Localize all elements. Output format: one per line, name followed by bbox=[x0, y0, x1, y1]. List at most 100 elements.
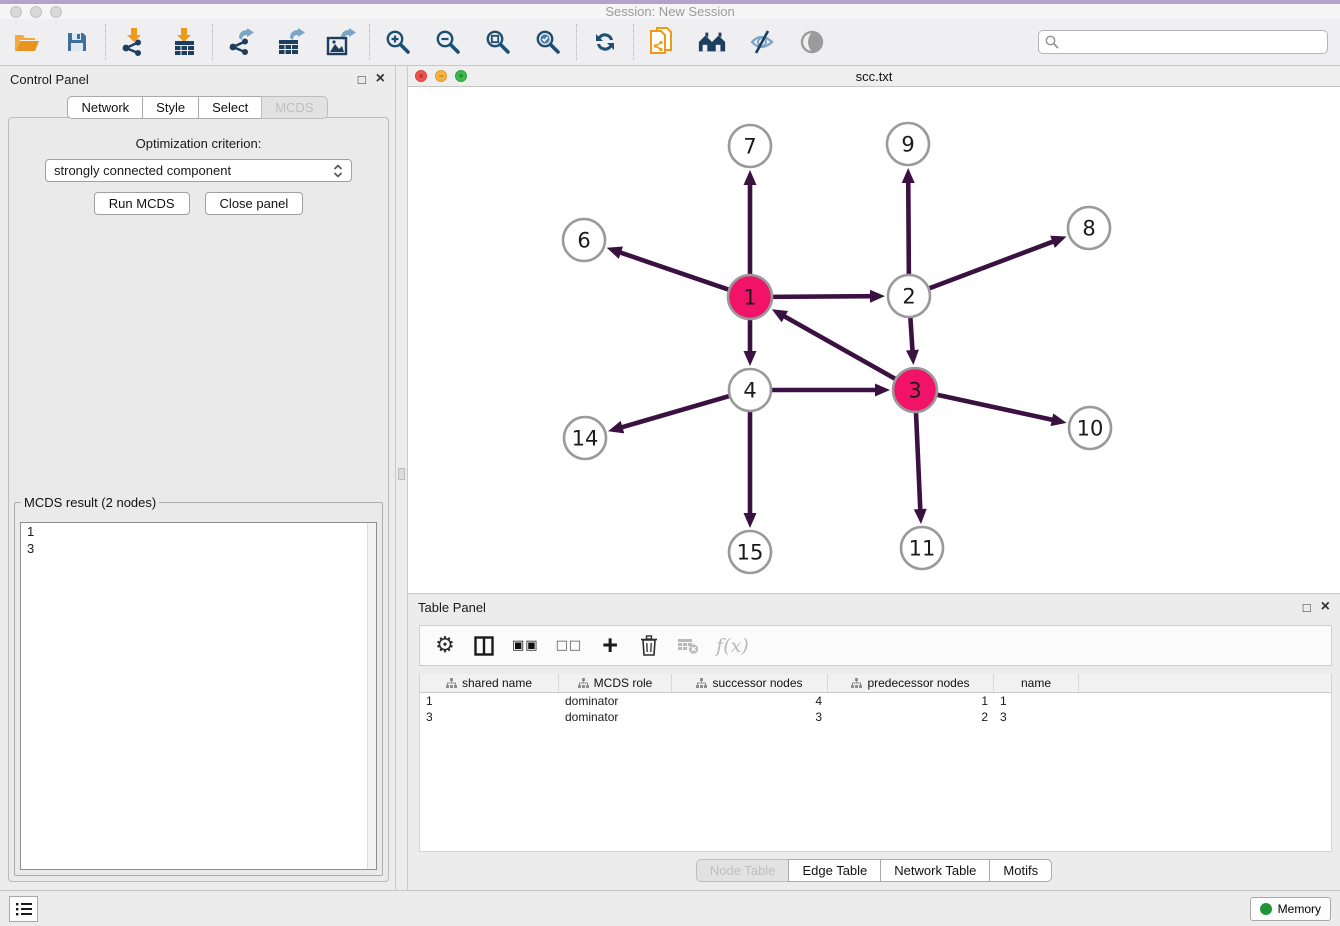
network-graph[interactable]: 7968124314101511 bbox=[408, 87, 1340, 592]
graph-edge-4-14[interactable] bbox=[621, 395, 733, 428]
close-table-panel-icon[interactable]: × bbox=[1321, 599, 1330, 615]
tab-style[interactable]: Style bbox=[142, 96, 199, 119]
close-panel-button[interactable]: Close panel bbox=[205, 192, 304, 215]
search-field[interactable] bbox=[1038, 30, 1328, 54]
table-cell[interactable]: 3 bbox=[672, 710, 828, 724]
graph-node-label: 7 bbox=[743, 135, 756, 159]
column-panel-icon[interactable] bbox=[473, 632, 495, 660]
mcds-list-scrollbar[interactable] bbox=[367, 523, 376, 869]
optimization-criterion-dropdown[interactable]: strongly connected component bbox=[45, 159, 352, 182]
edge-arrowhead bbox=[914, 509, 927, 524]
edge-arrowhead bbox=[744, 513, 757, 528]
task-history-button[interactable] bbox=[9, 896, 38, 922]
graph-edge-3-1[interactable] bbox=[783, 316, 898, 381]
float-panel-icon[interactable]: □ bbox=[358, 73, 366, 86]
tab-network-table[interactable]: Network Table bbox=[880, 859, 990, 882]
mcds-result-item[interactable]: 3 bbox=[21, 540, 376, 557]
close-window-button[interactable] bbox=[10, 6, 22, 18]
chevron-up-down-icon bbox=[333, 164, 343, 178]
vertical-splitter-handle[interactable] bbox=[398, 468, 405, 480]
graph-edge-3-11[interactable] bbox=[916, 409, 921, 511]
graph-node-label: 9 bbox=[901, 133, 914, 157]
graph-node-label: 3 bbox=[908, 379, 921, 403]
graph-edge-2-8[interactable] bbox=[926, 241, 1055, 290]
network-window-title: scc.txt bbox=[408, 69, 1340, 84]
toolbar-separator bbox=[576, 24, 577, 60]
mcds-result-list[interactable]: 13 bbox=[20, 522, 377, 870]
maximize-window-button[interactable] bbox=[50, 6, 62, 18]
tab-network[interactable]: Network bbox=[67, 96, 143, 119]
table-cell[interactable]: 3 bbox=[420, 710, 559, 724]
zoom-fit-icon[interactable] bbox=[483, 27, 513, 57]
column-type-icon bbox=[446, 678, 457, 689]
tab-select[interactable]: Select bbox=[198, 96, 262, 119]
node-table[interactable]: shared nameMCDS rolesuccessor nodesprede… bbox=[419, 674, 1332, 852]
table-cell[interactable]: 3 bbox=[994, 710, 1079, 724]
zoom-in-icon[interactable] bbox=[383, 27, 413, 57]
deselect-all-icon[interactable]: □□ bbox=[556, 632, 583, 660]
network-from-selection-icon[interactable] bbox=[647, 27, 677, 57]
network-canvas[interactable]: 7968124314101511 bbox=[408, 87, 1340, 592]
table-cell[interactable]: 2 bbox=[828, 710, 994, 724]
select-all-icon[interactable]: ▣▣ bbox=[512, 632, 539, 660]
show-hide-graphics-icon[interactable] bbox=[747, 27, 777, 57]
tab-motifs[interactable]: Motifs bbox=[989, 859, 1052, 882]
edge-arrowhead bbox=[902, 168, 915, 183]
column-header-predecessor-nodes[interactable]: predecessor nodes bbox=[828, 674, 994, 692]
mcds-tab-content: Optimization criterion: strongly connect… bbox=[8, 117, 389, 882]
graph-edge-3-10[interactable] bbox=[934, 394, 1054, 420]
mcds-result-legend: MCDS result (2 nodes) bbox=[21, 495, 159, 510]
table-cell[interactable]: 4 bbox=[672, 694, 828, 708]
minimize-window-button[interactable] bbox=[30, 6, 42, 18]
export-table-icon[interactable] bbox=[276, 27, 306, 57]
export-image-icon[interactable] bbox=[326, 27, 356, 57]
tab-node-table[interactable]: Node Table bbox=[696, 859, 790, 882]
table-cell[interactable]: dominator bbox=[559, 710, 672, 724]
float-table-panel-icon[interactable]: □ bbox=[1303, 601, 1311, 614]
column-header-successor-nodes[interactable]: successor nodes bbox=[672, 674, 828, 692]
export-network-icon[interactable] bbox=[226, 27, 256, 57]
control-panel-title: Control Panel bbox=[10, 72, 89, 87]
first-neighbors-icon[interactable] bbox=[697, 27, 727, 57]
import-network-icon[interactable] bbox=[119, 27, 149, 57]
table-row[interactable]: 1dominator411 bbox=[420, 693, 1331, 709]
memory-button[interactable]: Memory bbox=[1250, 897, 1331, 921]
table-toolbar: ⚙ ▣▣ □□ + f(x) bbox=[419, 625, 1332, 666]
edge-arrowhead bbox=[870, 290, 885, 303]
graph-edge-1-2[interactable] bbox=[769, 296, 872, 297]
table-cell[interactable]: 1 bbox=[828, 694, 994, 708]
open-session-icon[interactable] bbox=[12, 27, 42, 57]
table-cell[interactable]: dominator bbox=[559, 694, 672, 708]
graph-edge-2-3[interactable] bbox=[910, 314, 912, 352]
zoom-out-icon[interactable] bbox=[433, 27, 463, 57]
column-header-name[interactable]: name bbox=[994, 674, 1079, 692]
settings-gear-icon[interactable]: ⚙ bbox=[434, 632, 456, 660]
table-cell[interactable]: 1 bbox=[994, 694, 1079, 708]
table-cell[interactable]: 1 bbox=[420, 694, 559, 708]
graph-edge-2-9[interactable] bbox=[908, 181, 909, 278]
column-header-MCDS-role[interactable]: MCDS role bbox=[559, 674, 672, 692]
table-tabs: Node TableEdge TableNetwork TableMotifs bbox=[696, 859, 1052, 882]
add-column-icon[interactable]: + bbox=[599, 632, 621, 660]
search-icon bbox=[1045, 35, 1059, 49]
run-mcds-button[interactable]: Run MCDS bbox=[94, 192, 190, 215]
table-row[interactable]: 3dominator323 bbox=[420, 709, 1331, 725]
refresh-icon[interactable] bbox=[590, 27, 620, 57]
import-table-icon[interactable] bbox=[169, 27, 199, 57]
close-panel-icon[interactable]: × bbox=[376, 71, 385, 87]
graph-node-label: 15 bbox=[737, 541, 764, 565]
search-input[interactable] bbox=[1064, 35, 1321, 50]
column-header-shared-name[interactable]: shared name bbox=[420, 674, 559, 692]
edge-arrowhead bbox=[607, 247, 623, 259]
mcds-result-item[interactable]: 1 bbox=[21, 523, 376, 540]
table-header-row: shared nameMCDS rolesuccessor nodesprede… bbox=[420, 674, 1331, 693]
zoom-selected-icon[interactable] bbox=[533, 27, 563, 57]
save-session-icon[interactable] bbox=[62, 27, 92, 57]
graph-node-label: 14 bbox=[572, 427, 599, 451]
tab-edge-table[interactable]: Edge Table bbox=[788, 859, 881, 882]
network-window-titlebar[interactable]: × − + scc.txt bbox=[408, 66, 1340, 87]
window-titlebar: Session: New Session bbox=[0, 0, 1340, 19]
delete-column-icon[interactable] bbox=[638, 632, 660, 660]
tab-mcds[interactable]: MCDS bbox=[261, 96, 327, 119]
graph-edge-1-6[interactable] bbox=[619, 252, 732, 291]
